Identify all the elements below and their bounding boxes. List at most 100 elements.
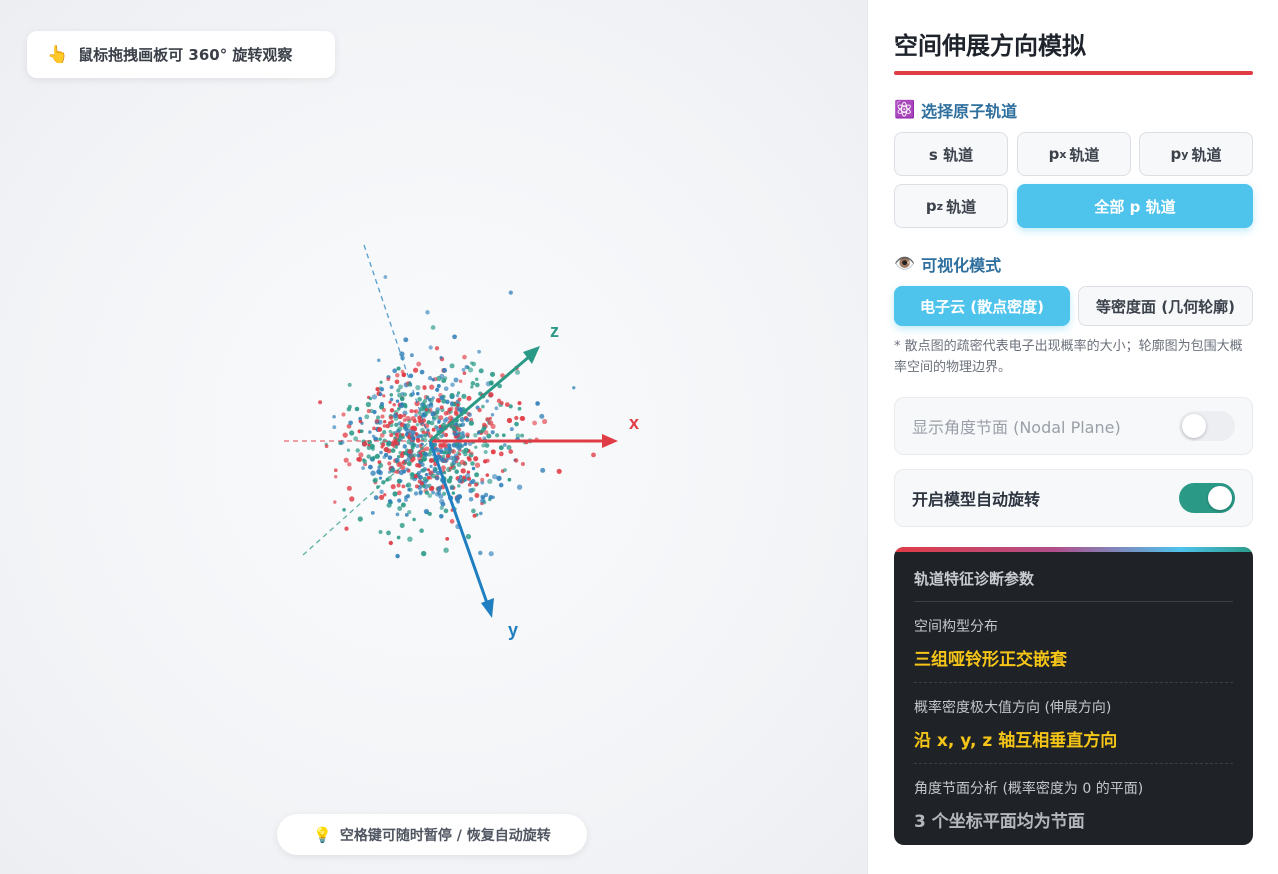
z-axis-label: z bbox=[550, 321, 559, 341]
cloud-point bbox=[449, 363, 455, 369]
drag-hint-text: 鼠标拖拽画板可 360° 旋转观察 bbox=[78, 46, 293, 64]
cloud-point bbox=[361, 441, 368, 447]
orbital-scene[interactable]: x y z bbox=[0, 0, 867, 874]
pz-orbital-button[interactable]: p z 轨道 bbox=[894, 184, 1008, 228]
cloud-point bbox=[422, 476, 427, 482]
diag-value: 三组哑铃形正交嵌套 bbox=[914, 650, 1067, 670]
cloud-point bbox=[464, 364, 469, 370]
cloud-point bbox=[457, 484, 461, 488]
space-hint-text: 空格键可随时暂停 / 恢复自动旋转 bbox=[339, 827, 551, 844]
title-divider bbox=[894, 71, 1253, 75]
nodal-plane-switch[interactable] bbox=[1179, 411, 1235, 441]
cloud-point bbox=[504, 402, 510, 407]
cloud-point bbox=[435, 426, 439, 430]
cloud-point bbox=[463, 462, 467, 466]
cloud-point bbox=[470, 479, 476, 484]
cloud-point bbox=[556, 468, 562, 474]
cloud-point bbox=[490, 430, 495, 435]
cloud-point bbox=[424, 473, 429, 477]
cloud-point bbox=[445, 399, 450, 405]
cloud-point bbox=[395, 512, 400, 517]
cloud-point bbox=[468, 420, 474, 426]
cloud-point bbox=[355, 448, 360, 453]
diag-value: 沿 x, y, z 轴互相垂直方向 bbox=[914, 731, 1118, 751]
cloud-point bbox=[413, 491, 419, 496]
cloud-point bbox=[517, 406, 522, 411]
cloud-point bbox=[419, 369, 425, 375]
switch-knob bbox=[1182, 414, 1206, 438]
cloud-point bbox=[539, 413, 545, 419]
x-axis-arrowhead bbox=[602, 434, 618, 448]
cloud-point bbox=[449, 406, 454, 411]
cloud-point bbox=[481, 422, 487, 428]
cloud-point bbox=[514, 415, 519, 421]
cloud-point bbox=[436, 384, 441, 388]
cloud-point bbox=[333, 468, 338, 473]
cloud-point bbox=[407, 509, 412, 515]
cloud-point bbox=[398, 384, 403, 390]
cloud-point bbox=[426, 428, 430, 432]
cloud-point bbox=[370, 510, 375, 515]
s-orbital-button[interactable]: s 轨道 bbox=[894, 132, 1008, 176]
auto-rotate-switch[interactable] bbox=[1179, 483, 1235, 513]
cloud-point bbox=[410, 415, 416, 422]
cloud-point bbox=[349, 430, 355, 436]
cloud-point bbox=[456, 445, 462, 451]
isosurface-mode-button[interactable]: 等密度面 (几何轮廓) bbox=[1078, 286, 1253, 326]
cloud-point bbox=[378, 462, 384, 468]
cloud-point bbox=[460, 468, 466, 474]
px-orbital-button[interactable]: p x 轨道 bbox=[1017, 132, 1131, 176]
lightbulb-icon: 💡 bbox=[313, 825, 332, 844]
electron-cloud-mode-button[interactable]: 电子云 (散点密度) bbox=[894, 286, 1070, 326]
py-orbital-button[interactable]: p y 轨道 bbox=[1139, 132, 1253, 176]
cloud-point bbox=[398, 403, 404, 409]
cloud-point bbox=[371, 394, 378, 400]
cloud-point bbox=[389, 408, 395, 413]
diag-value: 3 个坐标平面均为节面 bbox=[914, 812, 1085, 832]
cloud-point bbox=[451, 449, 456, 454]
cloud-point bbox=[389, 385, 394, 390]
cloud-point bbox=[443, 508, 449, 514]
cloud-point bbox=[422, 385, 427, 390]
cloud-point bbox=[439, 355, 443, 360]
cloud-point bbox=[388, 421, 392, 425]
cloud-point bbox=[520, 433, 525, 438]
cloud-point bbox=[418, 491, 423, 496]
cloud-point bbox=[425, 310, 430, 315]
cloud-point bbox=[483, 449, 488, 455]
cloud-point bbox=[393, 436, 397, 440]
cloud-point bbox=[401, 484, 406, 489]
cloud-point bbox=[358, 416, 363, 421]
cloud-point bbox=[395, 553, 400, 559]
cloud-point bbox=[466, 395, 472, 401]
cloud-point bbox=[390, 484, 396, 490]
nodal-plane-toggle-row: 显示角度节面 (Nodal Plane) bbox=[894, 397, 1253, 455]
cloud-point bbox=[332, 425, 337, 430]
cloud-point bbox=[405, 415, 411, 422]
cloud-point bbox=[415, 423, 420, 427]
viz-mode-note: * 散点图的疏密代表电子出现概率的大小；轮廓图为包围大概率空间的物理边界。 bbox=[894, 339, 1243, 375]
cloud-point bbox=[507, 477, 512, 482]
cloud-point bbox=[451, 491, 456, 495]
cloud-point bbox=[498, 451, 504, 457]
orbital-canvas[interactable]: x y z 👆 鼠标拖拽画板可 360° 旋转观察 💡 空格键可随时暂停 / 恢… bbox=[0, 0, 867, 874]
cloud-point bbox=[481, 443, 486, 448]
cloud-point bbox=[347, 404, 352, 409]
cloud-point bbox=[454, 469, 459, 474]
cloud-point bbox=[342, 432, 348, 438]
cloud-point bbox=[506, 445, 512, 450]
cloud-point bbox=[429, 464, 433, 469]
cloud-point bbox=[471, 508, 476, 514]
cloud-point bbox=[472, 513, 477, 518]
cloud-point bbox=[434, 410, 440, 415]
cloud-point bbox=[485, 473, 490, 477]
cloud-point bbox=[415, 384, 421, 391]
cloud-point bbox=[402, 444, 408, 449]
cloud-point bbox=[457, 427, 462, 432]
cloud-point bbox=[451, 426, 457, 431]
all-p-orbitals-button[interactable]: 全部 p 轨道 bbox=[1017, 184, 1253, 228]
cloud-point bbox=[388, 400, 392, 404]
cloud-point bbox=[418, 474, 423, 480]
diag-item-direction: 概率密度极大值方向 (伸展方向) 沿 x, y, z 轴互相垂直方向 bbox=[914, 683, 1233, 764]
auto-rotate-label: 开启模型自动旋转 bbox=[912, 490, 1041, 509]
